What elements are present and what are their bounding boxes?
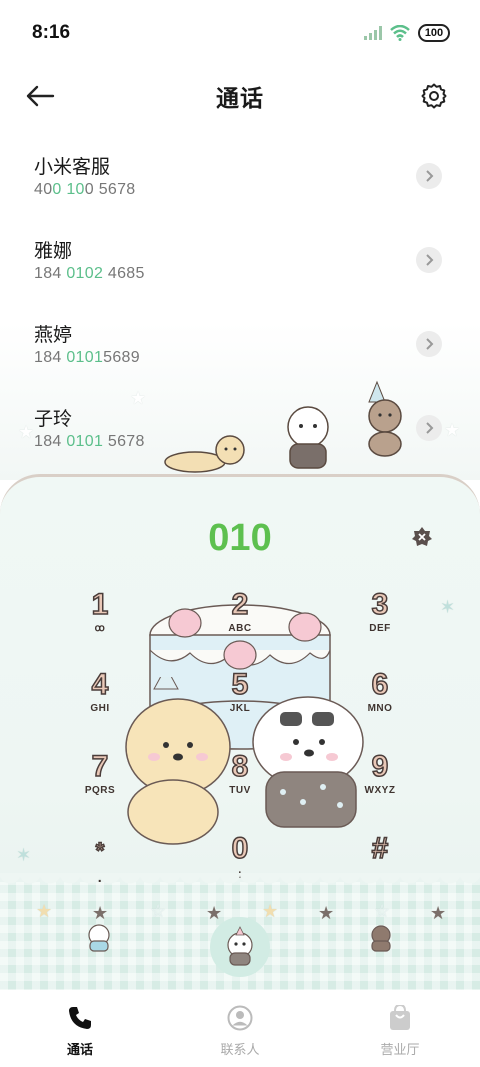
star-decoration: ★ — [92, 903, 109, 924]
phone-call-icon — [227, 926, 253, 966]
star-decoration: ★ — [430, 903, 447, 924]
key-letters: ABC — [228, 623, 252, 634]
key-letters: PQRS — [84, 785, 116, 796]
page-title: 通话 — [216, 86, 264, 112]
voicemail-icon: ꝏ — [94, 623, 106, 634]
signal-icon — [364, 26, 382, 40]
key-digit: 6 — [371, 668, 389, 702]
call-button[interactable] — [210, 917, 270, 977]
key-9[interactable]: 9 WXYZ — [340, 750, 420, 821]
star-decoration: ★ — [262, 901, 279, 922]
gear-icon — [421, 83, 447, 109]
settings-button[interactable] — [418, 80, 450, 112]
status-icons: 100 — [364, 24, 450, 42]
contact-name: 雅娜 — [34, 240, 73, 262]
header: 通话 — [0, 66, 480, 126]
nav-label: 联系人 — [220, 1043, 260, 1058]
star-decoration: ✶ — [16, 845, 32, 866]
star-decoration: ★ — [36, 901, 53, 922]
key-digit: 2 — [231, 588, 249, 622]
contact-row[interactable]: 雅娜 184 0102 4685 — [0, 214, 480, 298]
contact-row[interactable]: 小米客服 400 100 5678 — [0, 130, 480, 214]
star-decoration: ★ — [318, 903, 335, 924]
contact-number: 184 0101 5678 — [34, 433, 145, 450]
scallop-decoration — [0, 873, 480, 893]
key-4[interactable]: 4 GHI — [60, 668, 140, 739]
key-digit: 1 — [91, 588, 109, 622]
key-digit: 9 — [371, 750, 389, 784]
phone-icon — [69, 1007, 91, 1029]
backspace-icon[interactable] — [410, 525, 434, 549]
shopping-bag-icon — [390, 1005, 410, 1030]
chevron-right-icon — [426, 170, 434, 182]
key-digit: * — [95, 837, 105, 864]
key-7[interactable]: 7 PQRS — [60, 750, 140, 821]
key-letters: JKL — [229, 703, 251, 714]
key-digit: 7 — [91, 750, 109, 784]
key-1[interactable]: 1 ꝏ — [60, 588, 140, 659]
key-letters: TUV — [229, 785, 251, 796]
contact-number: 184 0102 4685 — [34, 265, 145, 282]
key-5[interactable]: 5 JKL — [200, 668, 280, 739]
key-letters: MNO — [367, 703, 393, 714]
contact-row[interactable]: 燕婷 184 01015689 — [0, 298, 480, 382]
arrow-left-icon — [26, 85, 55, 107]
key-digit: 4 — [91, 668, 109, 702]
key-digit: 5 — [231, 668, 249, 702]
contact-number: 400 100 5678 — [34, 181, 136, 198]
chevron-right-icon — [426, 338, 434, 350]
dial-input-display[interactable]: 010 — [0, 517, 480, 560]
contact-name: 小米客服 — [34, 156, 111, 178]
key-digit: 8 — [231, 750, 249, 784]
key-digit: 0 — [231, 832, 249, 866]
status-bar: 8:16 100 — [0, 0, 480, 66]
contact-detail-button[interactable] — [416, 331, 442, 357]
key-letters: DEF — [369, 623, 391, 634]
key-2[interactable]: 2 ABC — [200, 588, 280, 659]
sim1-dial-icon[interactable] — [82, 923, 116, 953]
star-decoration: ☆ — [374, 901, 391, 922]
back-button[interactable] — [24, 80, 56, 112]
chevron-right-icon — [426, 254, 434, 266]
contact-detail-button[interactable] — [416, 247, 442, 273]
dial-pad-panel: 010 1 ꝏ 2 ABC 3 DEF 4 GHI 5 JKL 6 MNO 7 … — [0, 474, 480, 994]
chevron-right-icon — [426, 422, 434, 434]
star-decoration: ★ — [206, 903, 223, 924]
nav-label: 通话 — [66, 1043, 93, 1058]
nav-tab-calls[interactable]: 通话 — [0, 990, 160, 1067]
bottom-navigation: 通话 联系人 营业厅 — [0, 990, 480, 1067]
contact-detail-button[interactable] — [416, 163, 442, 189]
contact-detail-button[interactable] — [416, 415, 442, 441]
star-decoration: ☆ — [150, 901, 167, 922]
nav-tab-contacts[interactable]: 联系人 — [160, 990, 320, 1067]
key-digit: # — [371, 832, 389, 866]
key-6[interactable]: 6 MNO — [340, 668, 420, 739]
star-decoration: ✶ — [440, 597, 456, 618]
key-8[interactable]: 8 TUV — [200, 750, 280, 821]
key-3[interactable]: 3 DEF — [340, 588, 420, 659]
key-digit: 3 — [371, 588, 389, 622]
status-time: 8:16 — [32, 22, 71, 43]
contact-number: 184 01015689 — [34, 349, 140, 366]
sim2-dial-icon[interactable] — [364, 923, 398, 953]
key-letters: WXYZ — [364, 785, 396, 796]
nav-tab-service-hall[interactable]: 营业厅 — [320, 990, 480, 1067]
contact-row[interactable]: 子玲 184 0101 5678 — [0, 382, 480, 466]
contact-name: 子玲 — [34, 408, 73, 430]
battery-icon: 100 — [418, 24, 450, 42]
contact-name: 燕婷 — [34, 324, 73, 346]
key-letters: GHI — [90, 703, 110, 714]
person-icon — [227, 1005, 253, 1031]
recent-calls-list: ★ ★ ★ 小米客服 400 100 5678 雅娜 184 0102 4685… — [0, 130, 480, 480]
nav-label: 营业厅 — [380, 1043, 420, 1058]
wifi-icon — [390, 25, 410, 41]
